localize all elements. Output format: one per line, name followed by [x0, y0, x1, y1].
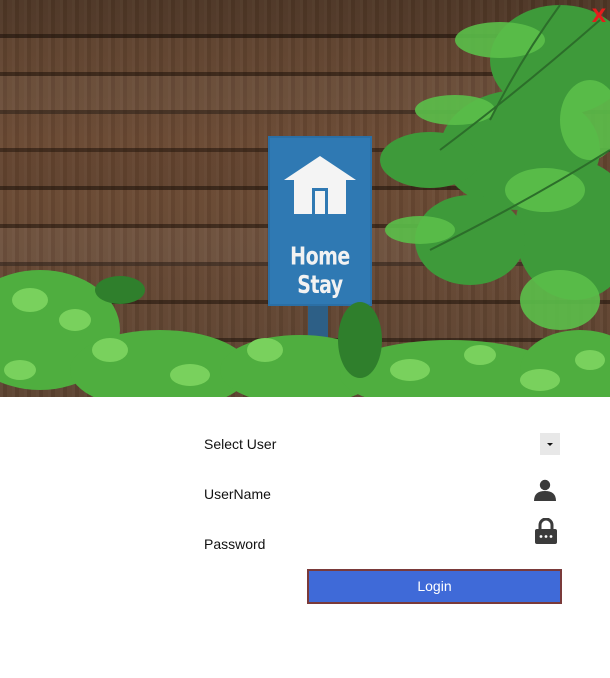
password-label: Password [204, 536, 266, 552]
login-button[interactable]: Login [307, 569, 562, 604]
username-label: UserName [204, 486, 271, 502]
close-button[interactable]: X [589, 6, 609, 26]
select-user-dropdown[interactable] [540, 433, 560, 455]
select-user-label: Select User [204, 436, 277, 452]
lock-icon [535, 518, 557, 544]
user-icon [534, 479, 556, 501]
foliage [0, 4, 610, 397]
hero-image: Home Stay X [0, 0, 610, 397]
